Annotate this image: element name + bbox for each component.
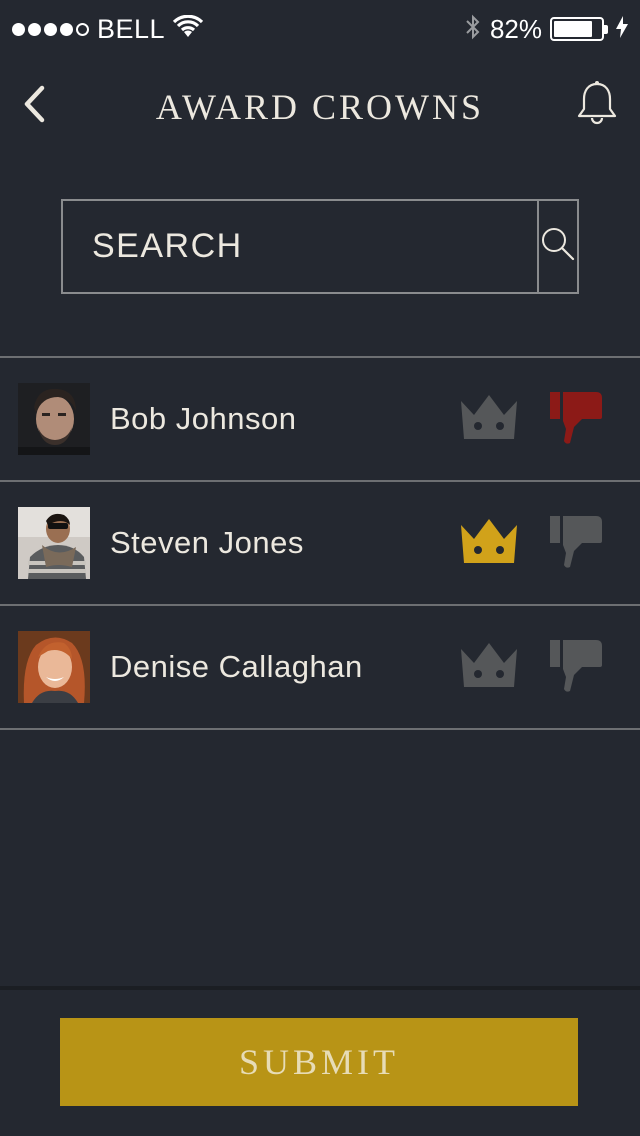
charging-icon: [616, 15, 628, 43]
battery-percentage: 82%: [489, 13, 542, 44]
status-right: 82%: [464, 13, 628, 46]
footer: SUBMIT: [0, 986, 640, 1136]
user-name: Steven Jones: [110, 525, 304, 560]
search-box: [61, 199, 579, 294]
wifi-icon: [172, 14, 204, 44]
status-left: BELL: [12, 13, 204, 45]
back-button[interactable]: [14, 84, 54, 128]
submit-button[interactable]: SUBMIT: [60, 1018, 578, 1106]
bluetooth-icon: [464, 13, 482, 46]
search-button[interactable]: [537, 201, 577, 292]
user-list: Bob Johnson Steven Jones Denise Callagha…: [0, 356, 640, 730]
header: AWARD CROWNS: [0, 62, 640, 152]
user-name: Denise Callaghan: [110, 649, 363, 684]
notifications-button[interactable]: [574, 80, 620, 130]
list-item: Steven Jones: [0, 482, 640, 606]
bell-icon: [575, 80, 619, 131]
list-item: Denise Callaghan: [0, 606, 640, 730]
thumbs-down-icon: [548, 637, 602, 698]
award-crown-button[interactable]: [458, 642, 520, 692]
avatar: [18, 383, 90, 455]
chevron-left-icon: [22, 85, 46, 128]
list-item: Bob Johnson: [0, 358, 640, 482]
thumbs-down-button[interactable]: [545, 637, 605, 697]
avatar: [18, 507, 90, 579]
crown-icon: [458, 641, 520, 694]
page-title: AWARD CROWNS: [155, 87, 485, 127]
battery-icon: [550, 17, 608, 41]
crown-icon: [458, 517, 520, 570]
award-crown-button[interactable]: [458, 394, 520, 444]
thumbs-down-icon: [548, 389, 602, 450]
search-input[interactable]: [63, 201, 537, 292]
thumbs-down-button[interactable]: [545, 389, 605, 449]
carrier-name: BELL: [97, 13, 166, 44]
thumbs-down-icon: [548, 513, 602, 574]
user-name: Bob Johnson: [110, 401, 297, 436]
crown-icon: [458, 393, 520, 446]
signal-strength-icon: [12, 22, 89, 36]
status-bar: BELL 82%: [0, 0, 640, 58]
thumbs-down-button[interactable]: [545, 513, 605, 573]
avatar: [18, 631, 90, 703]
search-icon: [540, 226, 576, 267]
award-crown-button[interactable]: [458, 518, 520, 568]
battery-level-fill: [554, 21, 592, 37]
